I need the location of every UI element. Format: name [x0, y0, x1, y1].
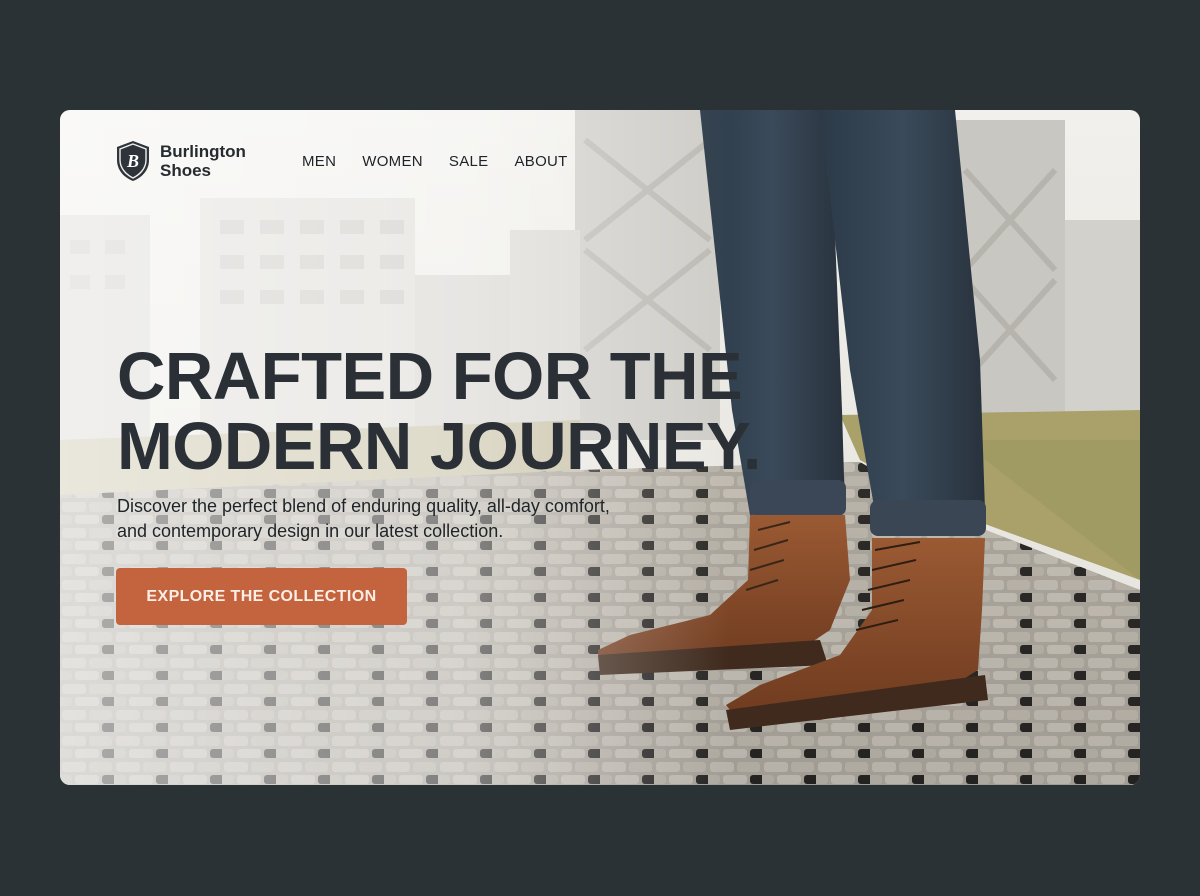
hero-headline-line2: MODERN JOURNEY.	[117, 409, 761, 484]
hero-subtext: Discover the perfect blend of enduring q…	[117, 494, 697, 544]
hero-subtext-line2: and contemporary design in our latest co…	[117, 521, 504, 541]
hero-headline-line1: CRAFTED FOR THE	[117, 339, 743, 414]
shield-icon: B	[117, 141, 149, 181]
nav-item-women[interactable]: WOMEN	[362, 153, 423, 170]
logo-letter: B	[126, 151, 139, 171]
hero-card: B Burlington Shoes MEN WOMEN SALE ABOUT …	[60, 110, 1140, 785]
explore-collection-button[interactable]: EXPLORE THE COLLECTION	[116, 568, 407, 625]
top-nav: B Burlington Shoes MEN WOMEN SALE ABOUT	[115, 140, 568, 182]
brand-name: Burlington Shoes	[160, 142, 260, 180]
brand-logo[interactable]: B Burlington Shoes	[115, 140, 260, 182]
nav-item-about[interactable]: ABOUT	[514, 153, 567, 170]
brand-name-line2: Shoes	[160, 161, 212, 180]
nav-item-sale[interactable]: SALE	[449, 153, 489, 170]
hero-headline: CRAFTED FOR THE MODERN JOURNEY.	[117, 342, 877, 482]
hero-subtext-line1: Discover the perfect blend of enduring q…	[117, 496, 610, 516]
nav-item-men[interactable]: MEN	[302, 153, 336, 170]
brand-name-line1: Burlington	[160, 142, 246, 161]
main-menu: MEN WOMEN SALE ABOUT	[302, 153, 568, 170]
